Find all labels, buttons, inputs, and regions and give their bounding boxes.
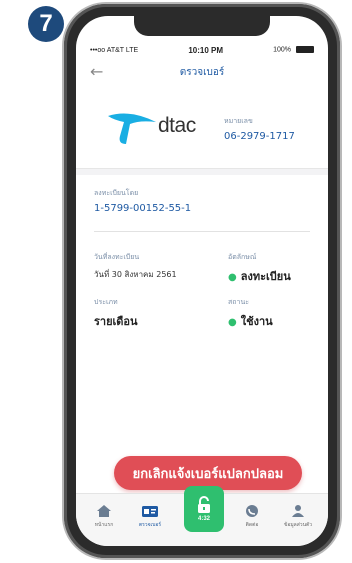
number-label: หมายเลข: [224, 117, 253, 125]
brand-name: dtac: [158, 114, 196, 137]
phone-notch: [134, 16, 270, 36]
lock-icon: [198, 496, 210, 513]
phone-frame: •••oo AT&T LTE 10:10 PM 100% ← ตรวจเบอร์…: [64, 4, 340, 558]
battery-percent: 100%: [273, 46, 292, 54]
battery-status: 100%: [273, 46, 314, 54]
step-badge: 7: [28, 6, 64, 42]
tab-contact[interactable]: ติดต่อ: [230, 504, 274, 529]
status-dot-icon: ●: [228, 272, 237, 283]
status-label: สถานะ: [228, 298, 249, 306]
registration-date-label: วันที่ลงทะเบียน: [94, 253, 140, 261]
id-card-icon: [142, 506, 158, 517]
section-separator: [76, 168, 328, 175]
profile-icon: [292, 505, 304, 517]
status-bar: •••oo AT&T LTE 10:10 PM 100%: [90, 44, 314, 56]
phone-chat-icon: [246, 505, 258, 517]
tab-contact-label: ติดต่อ: [245, 522, 259, 528]
status-time: 10:10 PM: [188, 45, 224, 55]
cancel-report-button[interactable]: ยกเลิกแจ้งเบอร์แปลกปลอม: [114, 456, 302, 490]
page-title: ตรวจเบอร์: [179, 67, 225, 78]
tab-profile[interactable]: ข้อมูลส่วนตัว: [276, 504, 320, 529]
identity-label: อัตลักษณ์: [228, 253, 257, 261]
type-value: รายเดือน: [94, 315, 138, 328]
identity-text: ลงทะเบียน: [240, 270, 291, 283]
carrier-label: •••oo AT&T LTE: [90, 46, 139, 54]
lock-timer-button[interactable]: 4:32: [184, 486, 224, 532]
tab-check[interactable]: ตรวจเบอร์: [128, 504, 172, 529]
registration-date-value: วันที่ 30 สิงหาคม 2561: [94, 270, 177, 279]
divider: [94, 231, 310, 232]
type-label: ประเภท: [94, 298, 118, 306]
navigation-bar: ← ตรวจเบอร์: [76, 60, 328, 82]
identity-value: ● ลงทะเบียน: [228, 267, 291, 285]
bottom-tab-bar: หน้าแรก ตรวจเบอร์ 4:32 ติดต่อ ข้อมูลส่วน…: [76, 486, 328, 546]
phone-screen: •••oo AT&T LTE 10:10 PM 100% ← ตรวจเบอร์…: [76, 16, 328, 546]
lock-timer-text: 4:32: [197, 516, 210, 522]
phone-number: 06-2979-1717: [224, 131, 295, 142]
tab-home[interactable]: หน้าแรก: [82, 504, 126, 529]
tab-profile-label: ข้อมูลส่วนตัว: [283, 522, 313, 528]
status-value: ● ใช้งาน: [228, 312, 273, 330]
status-dot-icon: ●: [228, 317, 237, 328]
tab-check-label: ตรวจเบอร์: [138, 522, 162, 528]
battery-icon: [295, 46, 314, 54]
registered-by-label: ลงทะเบียนโดย: [94, 189, 139, 197]
home-icon: [97, 505, 111, 517]
registered-by-value: 1-5799-00152-55-1: [94, 203, 192, 214]
tab-home-label: หน้าแรก: [94, 522, 114, 528]
status-text: ใช้งาน: [240, 315, 273, 328]
